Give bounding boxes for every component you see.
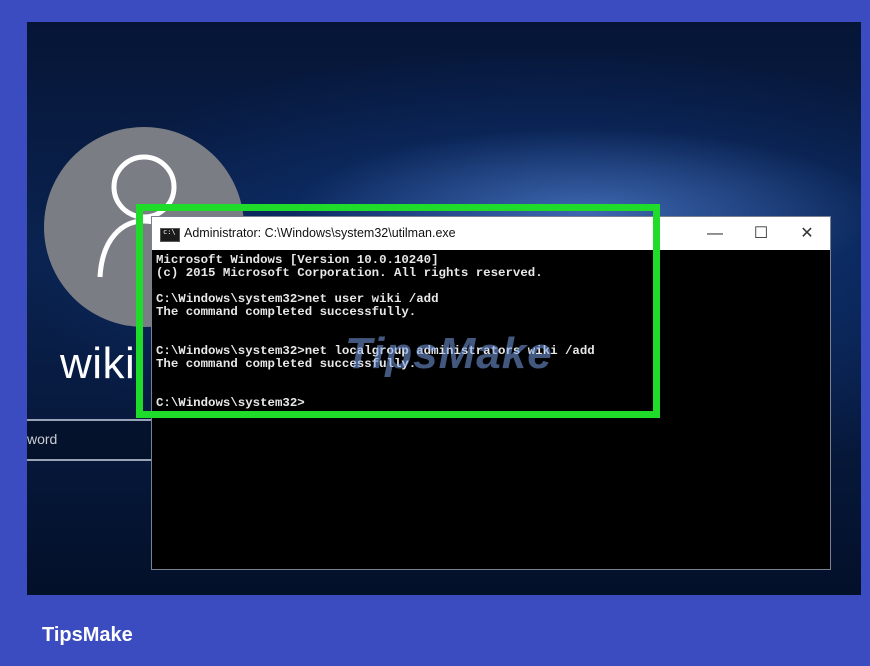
minimize-button[interactable]: — — [692, 217, 738, 250]
password-field[interactable]: word — [27, 419, 159, 461]
brand-label: TipsMake — [42, 624, 133, 646]
password-placeholder: word — [27, 431, 58, 447]
close-button[interactable]: ✕ — [784, 217, 830, 250]
maximize-button[interactable]: ☐ — [738, 217, 784, 250]
username-label: wiki — [60, 339, 136, 388]
highlight-box — [136, 204, 660, 418]
